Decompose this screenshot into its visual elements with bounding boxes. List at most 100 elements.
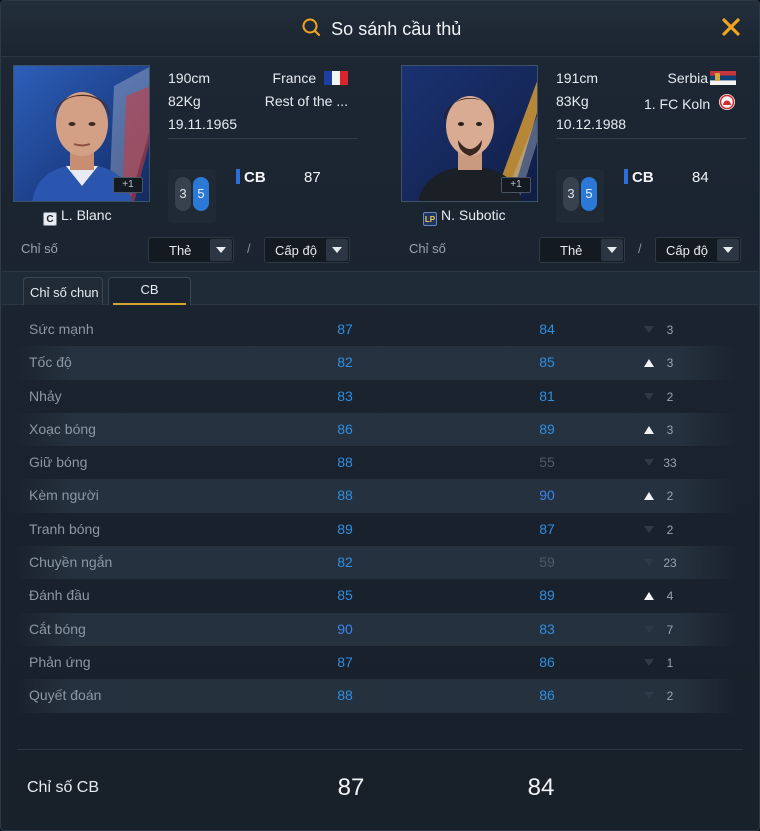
- player-name-text: N. Subotic: [441, 207, 506, 223]
- player-name[interactable]: LP N. Subotic: [423, 207, 543, 226]
- stat-row: Nhảy 83 81 2: [15, 380, 737, 413]
- close-button[interactable]: [719, 15, 743, 39]
- stat-value-player-1: 87: [337, 321, 353, 337]
- right-foot-rating: 5: [193, 177, 209, 211]
- card-type-badge: C: [43, 212, 57, 226]
- france-flag-icon: [324, 71, 348, 88]
- filter-label: Chỉ số: [21, 241, 58, 256]
- player-dob: 19.11.1965: [168, 116, 238, 132]
- player-dob: 10.12.1988: [556, 116, 627, 132]
- chevron-down-icon: [210, 239, 232, 261]
- stat-name: Xoạc bóng: [29, 420, 96, 437]
- player-nation: Serbia: [667, 70, 708, 86]
- stat-value-player-1: 83: [337, 387, 353, 404]
- stat-row: Tranh bóng 89 87 2: [15, 513, 737, 546]
- stat-value-player-1: 86: [337, 420, 353, 437]
- stat-value-player-1: 87: [337, 653, 353, 670]
- tab-general-stats[interactable]: Chỉ số chun: [23, 277, 103, 305]
- player-position: CB: [624, 169, 654, 186]
- chevron-down-icon: [717, 239, 739, 261]
- stat-name: Chuyền ngắn: [29, 554, 113, 571]
- weak-foot-indicator: 3 5: [168, 169, 216, 223]
- stat-value-player-1: 85: [337, 587, 353, 604]
- player-weight: 82Kg: [168, 93, 201, 109]
- weak-foot-indicator: 3 5: [556, 169, 604, 223]
- stat-value-player-2: 90: [539, 487, 555, 504]
- filter-bar-2: Chỉ số Thẻ / Cấp độ: [409, 237, 743, 263]
- player-rating: 84: [692, 169, 709, 186]
- player-info: 190cm France 82Kg Rest of the ... 19.11.…: [168, 70, 358, 139]
- card-dropdown[interactable]: Thẻ: [148, 237, 234, 263]
- stat-difference: 3: [666, 323, 674, 337]
- stat-difference: 2: [666, 522, 674, 537]
- stat-value-player-2: 86: [539, 687, 555, 704]
- card-type-badge: LP: [423, 212, 437, 226]
- window-title: So sánh cầu thủ: [331, 19, 462, 39]
- stat-difference: 4: [666, 589, 674, 604]
- stat-value-player-1: 90: [337, 620, 353, 637]
- stat-value-player-1: 88: [337, 687, 353, 704]
- level-dropdown[interactable]: Cấp độ: [655, 237, 741, 263]
- stat-value-player-1: 88: [337, 487, 353, 504]
- filter-bar-1: Chỉ số Thẻ / Cấp độ: [21, 237, 351, 263]
- stat-name: Sức mạnh: [29, 321, 94, 337]
- player-name[interactable]: C L. Blanc: [43, 207, 163, 226]
- stat-name: Phản ứng: [29, 653, 91, 670]
- serbia-flag-icon: [710, 71, 736, 88]
- stat-name: Đánh đầu: [29, 587, 90, 604]
- player-position: CB: [236, 169, 266, 186]
- stat-row: Quyết đoán 88 86 2: [15, 679, 737, 713]
- player-nation: France: [272, 70, 317, 86]
- club-crest-icon: [718, 93, 736, 114]
- compare-players-window: So sánh cầu thủ +1 C L. Blanc 190cm Fran…: [0, 0, 760, 831]
- arrow-up-icon: [644, 592, 654, 601]
- title-bar: So sánh cầu thủ: [1, 1, 759, 57]
- player-club: 1. FC Koln: [643, 96, 711, 112]
- player-card-1: +1 C L. Blanc 190cm France 82Kg Rest of t…: [13, 65, 358, 226]
- stat-row: Chuyền ngắn 82 59 23: [15, 546, 737, 580]
- player-height: 190cm: [168, 70, 211, 86]
- stat-name: Nhảy: [29, 387, 62, 404]
- stat-name: Giữ bóng: [29, 454, 88, 471]
- stat-value-player-2: 59: [539, 554, 555, 571]
- arrow-up-icon: [644, 425, 654, 434]
- arrow-down-icon: [644, 658, 654, 666]
- stat-value-player-1: 89: [337, 520, 353, 537]
- stat-difference: 23: [663, 556, 677, 571]
- player-portrait[interactable]: +1: [13, 65, 150, 202]
- filter-separator: /: [247, 241, 251, 256]
- stat-value-player-1: 82: [337, 554, 353, 571]
- stat-difference: 3: [666, 422, 674, 437]
- stat-difference: 2: [666, 689, 674, 704]
- stat-difference: 3: [666, 356, 674, 371]
- player-club: Rest of the ...: [264, 93, 348, 109]
- divider: [168, 138, 358, 139]
- stat-row: Xoạc bóng 86 89 3: [15, 412, 737, 447]
- tab-cb[interactable]: CB: [108, 277, 191, 305]
- stat-row: Giữ bóng 88 55 33: [15, 446, 737, 479]
- arrow-down-icon: [644, 625, 654, 633]
- stat-name: Cắt bóng: [29, 620, 86, 637]
- stat-difference: 7: [666, 622, 674, 637]
- player-name-text: L. Blanc: [61, 207, 112, 223]
- stat-name: Tốc độ: [29, 354, 72, 371]
- arrow-down-icon: [644, 559, 654, 567]
- player-portrait[interactable]: +1: [401, 65, 538, 202]
- active-tab-indicator: [113, 303, 186, 305]
- card-dropdown[interactable]: Thẻ: [539, 237, 625, 263]
- stat-value-player-2: 84: [539, 321, 555, 337]
- stat-row: Cắt bóng 90 83 7: [15, 612, 737, 646]
- stat-value-player-2: 55: [539, 454, 555, 471]
- divider: [17, 749, 743, 750]
- stat-name: Tranh bóng: [29, 520, 101, 537]
- arrow-down-icon: [644, 459, 654, 467]
- stat-value-player-2: 81: [539, 387, 555, 404]
- filter-separator: /: [638, 241, 642, 256]
- stat-value-player-1: 82: [337, 354, 353, 371]
- stat-value-player-2: 86: [539, 653, 555, 670]
- stat-row: Sức mạnh 87 84 3: [15, 313, 737, 346]
- summary-label: Chỉ số CB: [27, 779, 100, 796]
- level-dropdown[interactable]: Cấp độ: [264, 237, 350, 263]
- arrow-up-icon: [644, 359, 654, 368]
- player-card-2: +1 LP N. Subotic 191cm Serbia 83Kg 1. FC …: [401, 65, 746, 226]
